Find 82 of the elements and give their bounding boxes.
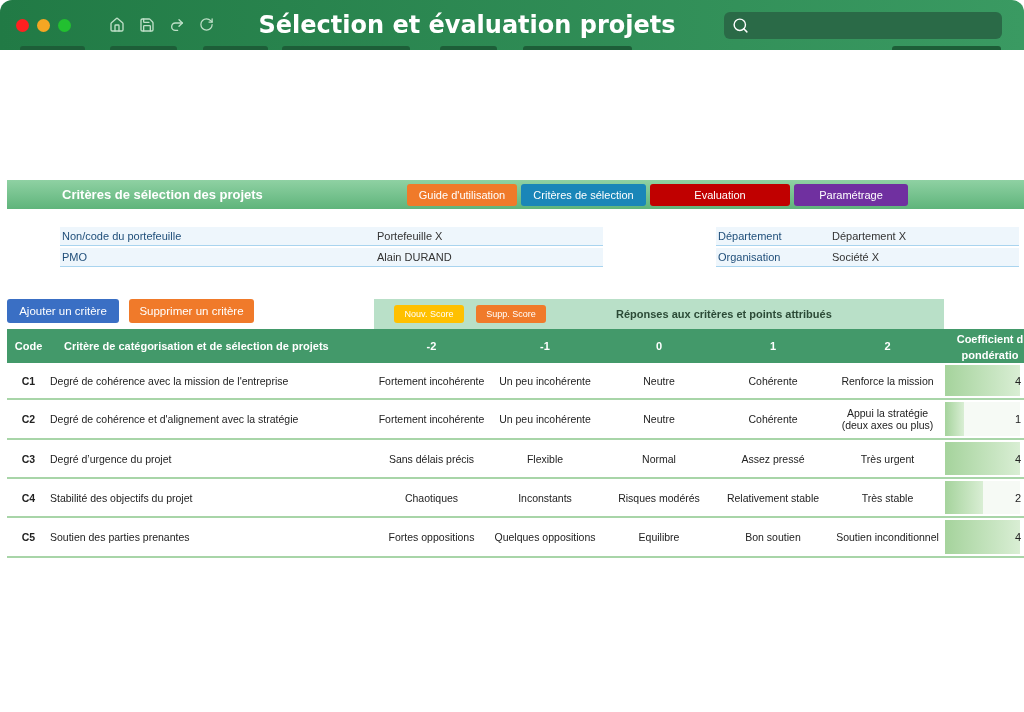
tab-stub[interactable]	[282, 46, 410, 50]
table-cell-text: Un peu incohérente	[498, 373, 592, 389]
table-cell-text: Soutien des parties prenantes	[50, 530, 191, 545]
column-header: 2	[883, 339, 892, 354]
table-cell-text: Flexible	[525, 451, 565, 467]
tab-stub[interactable]	[440, 46, 497, 50]
table-cell: 4	[1015, 374, 1022, 387]
action-button[interactable]: Ajouter un critère	[7, 299, 119, 323]
table-cell-text: Relativement stable	[725, 490, 821, 506]
minimize-button[interactable]	[37, 18, 50, 32]
table-cell-text: Soutien inconditionnel	[835, 530, 940, 545]
tab-stub[interactable]	[892, 46, 1001, 50]
column-header: 1	[768, 339, 778, 354]
home-icon[interactable]	[109, 17, 125, 33]
nav-button[interactable]: Paramétrage	[794, 183, 908, 206]
table-cell-text: Fortement incohérente	[377, 373, 486, 389]
table-cell-text: Stabilité des objectifs du projet	[50, 490, 194, 506]
field-value: Alain DURAND	[377, 251, 452, 263]
table-cell-text: Fortes oppositions	[387, 530, 476, 545]
close-button[interactable]	[16, 18, 29, 32]
table-cell-text: Quelques oppositions	[493, 530, 597, 545]
column-header: -2	[425, 339, 438, 354]
tab-stub[interactable]	[523, 46, 632, 50]
nav-button[interactable]: Guide d'utilisation	[407, 183, 517, 206]
nav-button[interactable]: Evaluation	[650, 183, 790, 206]
table-cell-text: C4	[20, 490, 37, 506]
table-cell-text: Risques modérés	[617, 490, 701, 506]
table-cell-text: Assez pressé	[740, 451, 806, 467]
score-button[interactable]: Supp. Score	[476, 305, 546, 323]
table-cell: 4	[1015, 531, 1022, 543]
search-field[interactable]	[724, 11, 1002, 39]
table-cell-text: C1	[20, 373, 37, 389]
field-label: Organisation	[717, 251, 782, 263]
field-value: Société X	[832, 251, 880, 263]
table-cell-text: Bon soutien	[744, 530, 802, 545]
field-value: Département X	[832, 230, 906, 242]
table-cell-text: Renforce la mission	[840, 373, 935, 389]
column-header: -1	[539, 339, 551, 354]
table-cell-text: Très stable	[860, 490, 915, 506]
window-title: Sélection et évaluation projets	[258, 11, 676, 39]
table-cell-text: Degré de cohérence et d'alignement avec la stratégie	[50, 412, 300, 427]
banner-title: Critères de sélection des projets	[61, 187, 264, 202]
table-cell-text: Un peu incohérente	[498, 412, 592, 427]
table-cell-text: C2	[20, 412, 37, 427]
table-cell-text: Normal	[641, 451, 677, 467]
column-header: Coefficient d pondératio	[955, 332, 1024, 363]
save-icon[interactable]	[139, 17, 155, 33]
column-header: 0	[654, 339, 664, 354]
field-label: Non/code du portefeuille	[61, 230, 183, 242]
table-cell-text: Degré de cohérence avec la mission de l'entreprise	[50, 373, 290, 389]
band-title: Réponses aux critères et points attribués	[616, 308, 832, 320]
column-header: Code	[13, 339, 44, 354]
tab-stub[interactable]	[110, 46, 177, 50]
refresh-icon[interactable]	[199, 17, 214, 32]
table-cell-text: Cohérente	[747, 373, 799, 389]
table-cell-text: Sans délais précis	[387, 451, 476, 467]
table-cell-text: Chaotiques	[403, 490, 460, 506]
column-header: Critère de catégorisation et de sélection de projets	[63, 339, 330, 354]
table-cell-text: Inconstants	[517, 490, 573, 506]
maximize-button[interactable]	[58, 18, 71, 32]
table-cell-text: Equilibre	[637, 530, 681, 545]
redo-icon[interactable]	[169, 17, 185, 33]
table-cell-text: C5	[20, 530, 37, 545]
table-cell: 2	[1015, 491, 1022, 504]
action-button[interactable]: Supprimer un critère	[129, 299, 254, 323]
table-cell-text: Appui la stratégie (deux axes ou plus)	[840, 406, 935, 433]
table-cell-text: Très urgent	[859, 451, 916, 467]
table-cell-text: Neutre	[642, 412, 676, 427]
table-cell-text: Degré d’urgence du projet	[50, 451, 173, 467]
tab-stub[interactable]	[20, 46, 85, 50]
table-cell: 4	[1015, 452, 1022, 465]
nav-button[interactable]: Critères de sélection	[521, 183, 646, 206]
table-cell-text: Neutre	[642, 373, 676, 389]
field-label: Département	[717, 230, 783, 242]
table-cell: 1	[1015, 413, 1022, 425]
tab-stub[interactable]	[203, 46, 268, 50]
search-icon	[732, 16, 749, 34]
table-cell-text: Cohérente	[747, 412, 799, 427]
field-label: PMO	[61, 251, 89, 263]
field-value: Portefeuille X	[377, 230, 443, 242]
table-cell-text: Fortement incohérente	[377, 412, 486, 427]
table-cell-text: C3	[20, 451, 37, 467]
